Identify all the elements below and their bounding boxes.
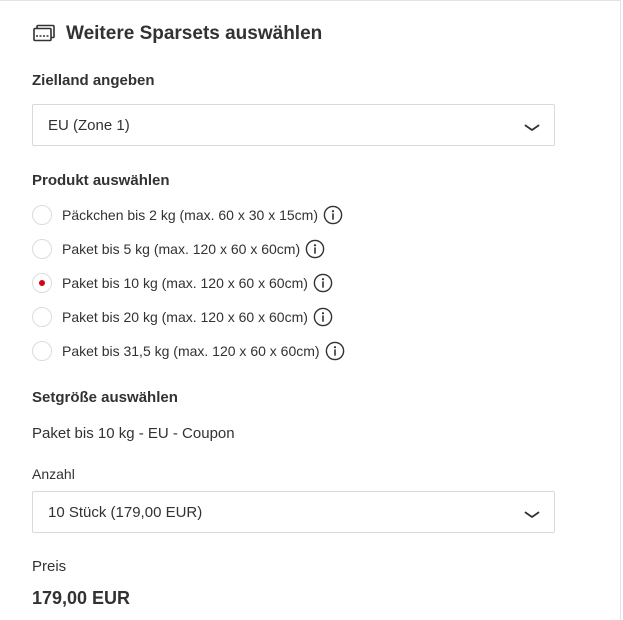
product-option[interactable]: Päckchen bis 2 kg (max. 60 x 30 x 15cm): [32, 203, 343, 227]
radio-selected-dot: [39, 280, 45, 286]
product-option[interactable]: Paket bis 20 kg (max. 120 x 60 x 60cm): [32, 305, 333, 329]
product-option-label: Paket bis 20 kg (max. 120 x 60 x 60cm): [62, 309, 308, 325]
destination-label: Zielland angeben: [32, 72, 155, 89]
info-icon[interactable]: [325, 341, 345, 361]
info-icon[interactable]: [313, 273, 333, 293]
product-option[interactable]: Paket bis 31,5 kg (max. 120 x 60 x 60cm): [32, 339, 345, 363]
destination-select[interactable]: EU (Zone 1): [32, 104, 555, 146]
radio-button[interactable]: [32, 307, 52, 327]
product-option[interactable]: Paket bis 10 kg (max. 120 x 60 x 60cm): [32, 271, 333, 295]
product-option-label: Paket bis 10 kg (max. 120 x 60 x 60cm): [62, 275, 308, 291]
info-icon[interactable]: [323, 205, 343, 225]
destination-select-value: EU (Zone 1): [48, 116, 130, 134]
product-option-label: Paket bis 31,5 kg (max. 120 x 60 x 60cm): [62, 343, 320, 359]
radio-button[interactable]: [32, 273, 52, 293]
radio-button[interactable]: [32, 239, 52, 259]
quantity-label: Anzahl: [32, 466, 75, 482]
price-label: Preis: [32, 558, 67, 575]
price-value: 179,00 EUR: [32, 588, 131, 608]
radio-button[interactable]: [32, 341, 52, 361]
coupon-stack-icon: [32, 22, 56, 46]
page-title: Weitere Sparsets auswählen: [66, 23, 323, 44]
section-header: Weitere Sparsets auswählen: [32, 22, 322, 46]
chevron-down-icon: [524, 507, 540, 518]
radio-button[interactable]: [32, 205, 52, 225]
product-option-label: Paket bis 5 kg (max. 120 x 60 x 60cm): [62, 241, 301, 257]
info-icon[interactable]: [313, 307, 333, 327]
quantity-select[interactable]: 10 Stück (179,00 EUR): [32, 491, 555, 533]
info-icon[interactable]: [305, 239, 325, 259]
product-label: Produkt auswählen: [32, 172, 170, 189]
product-option-label: Päckchen bis 2 kg (max. 60 x 30 x 15cm): [62, 207, 318, 223]
product-option[interactable]: Paket bis 5 kg (max. 120 x 60 x 60cm): [32, 237, 325, 261]
set-product-name: Paket bis 10 kg - EU - Coupon: [32, 425, 235, 442]
chevron-down-icon: [524, 120, 540, 131]
quantity-select-value: 10 Stück (179,00 EUR): [48, 503, 203, 521]
setsize-label: Setgröße auswählen: [32, 389, 178, 406]
